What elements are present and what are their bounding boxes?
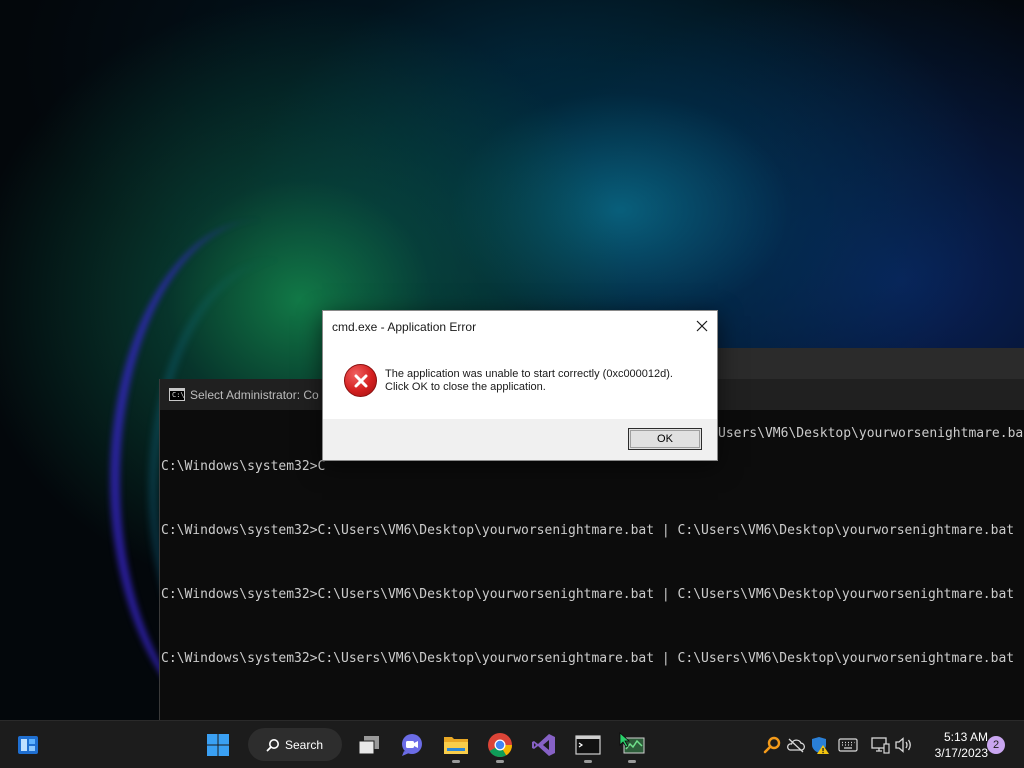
- ok-button[interactable]: OK: [628, 428, 702, 450]
- dialog-message-line2: Click OK to close the application.: [385, 381, 546, 393]
- background-window-titlebar[interactable]: [686, 348, 1024, 382]
- search-label: Search: [285, 737, 324, 752]
- close-button[interactable]: [687, 311, 717, 341]
- volume-icon[interactable]: [894, 735, 914, 755]
- keyboard-icon[interactable]: [838, 735, 858, 755]
- clock-time: 5:13 AM: [943, 730, 988, 744]
- running-indicator: [452, 760, 460, 763]
- console-line: C:\Windows\system32>C:\Users\VM6\Desktop…: [161, 587, 1015, 602]
- dialog-message-line1: The application was unable to start corr…: [385, 368, 673, 380]
- start-icon[interactable]: [202, 729, 234, 761]
- close-icon: [696, 320, 708, 332]
- chrome-icon[interactable]: [484, 729, 516, 763]
- console-line-tail: Users\VM6\Desktop\yourworsenightmare.ba: [718, 426, 1024, 441]
- notification-badge[interactable]: 2: [987, 736, 1005, 754]
- dialog-title: cmd.exe - Application Error: [332, 320, 477, 334]
- dialog-message: The application was unable to start corr…: [385, 368, 673, 394]
- console-line: C:\Windows\system32>C:\Users\VM6\Desktop…: [161, 523, 1015, 538]
- search-icon: [266, 738, 279, 751]
- running-indicator: [496, 760, 504, 763]
- widgets-icon[interactable]: [12, 729, 44, 761]
- onedrive-icon[interactable]: [786, 735, 806, 755]
- console-app-icon: C:\: [169, 388, 185, 401]
- security-warning-icon[interactable]: [810, 735, 830, 755]
- task-view-icon[interactable]: [353, 729, 385, 761]
- search-tool-icon[interactable]: [762, 735, 782, 755]
- terminal-icon[interactable]: [572, 729, 604, 763]
- task-manager-icon[interactable]: [616, 729, 648, 763]
- search-button[interactable]: Search: [248, 728, 342, 761]
- console-title: Select Administrator: Co: [190, 387, 319, 402]
- visual-studio-icon[interactable]: [528, 729, 560, 761]
- network-icon[interactable]: [870, 735, 890, 755]
- clock-date: 3/17/2023: [934, 746, 988, 760]
- taskbar: Search 5:13 AM 3/17/2023 2: [0, 720, 1024, 768]
- dialog-footer: OK: [323, 419, 717, 460]
- error-icon: [344, 364, 377, 397]
- file-explorer-icon[interactable]: [440, 729, 472, 763]
- running-indicator: [584, 760, 592, 763]
- console-line: C:\Windows\system32>C: [161, 459, 326, 474]
- console-line: C:\Windows\system32>C:\Users\VM6\Desktop…: [161, 651, 1015, 666]
- system-clock[interactable]: 5:13 AM 3/17/2023: [918, 729, 988, 761]
- error-dialog[interactable]: cmd.exe - Application Error The applicat…: [322, 310, 718, 461]
- running-indicator: [628, 760, 636, 763]
- chat-icon[interactable]: [396, 729, 428, 761]
